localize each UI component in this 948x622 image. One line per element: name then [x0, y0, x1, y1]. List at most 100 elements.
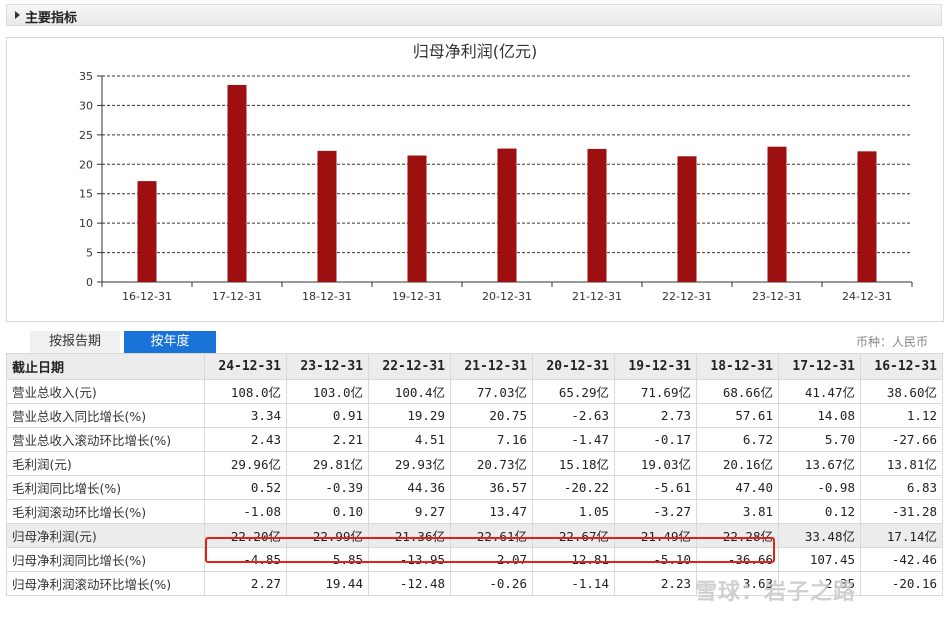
table-cell: 107.45 [778, 547, 861, 572]
bar[interactable] [587, 148, 607, 282]
table-cell: 19.44 [286, 571, 369, 596]
table-cell: 29.93亿 [368, 451, 451, 476]
table-cell: 44.36 [368, 475, 451, 500]
table-cell: 5.70 [778, 427, 861, 452]
table-cell: -5.61 [614, 475, 697, 500]
column-header: 17-12-31 [778, 353, 861, 380]
section-header[interactable]: 主要指标 [6, 4, 942, 26]
table-cell: 6.83 [860, 475, 943, 500]
table-cell: 57.61 [696, 403, 779, 428]
table-cell: -20.16 [860, 571, 943, 596]
table-cell: 2.23 [614, 571, 697, 596]
row-label: 归母净利润(元) [6, 523, 205, 548]
financial-indicators-table: 截止日期 24-12-31 23-12-31 22-12-31 21-12-31 20-… [6, 353, 943, 596]
table-cell: -0.26 [450, 571, 533, 596]
column-header: 21-12-31 [450, 353, 533, 380]
column-header: 16-12-31 [860, 353, 943, 380]
table-cell: 2.07 [450, 547, 533, 572]
table-cell: 22.28亿 [696, 523, 779, 548]
currency-label: 币种：人民币 [855, 335, 928, 349]
y-tick-label: 10 [79, 217, 93, 230]
row-label: 营业总收入滚动环比增长(%) [6, 427, 205, 452]
table-cell: 20.16亿 [696, 451, 779, 476]
table-cell: -12.48 [368, 571, 451, 596]
table-cell: 77.03亿 [450, 379, 533, 404]
row-label: 营业总收入(元) [6, 379, 205, 404]
table-cell: 47.40 [696, 475, 779, 500]
x-tick-label: 21-12-31 [572, 290, 622, 303]
table-cell: 20.75 [450, 403, 533, 428]
column-header: 20-12-31 [532, 353, 615, 380]
table-cell: 15.18亿 [532, 451, 615, 476]
table-cell: 22.61亿 [450, 523, 533, 548]
tab-by-year[interactable]: 按年度 [124, 331, 216, 353]
table-cell: -13.95 [368, 547, 451, 572]
y-tick-label: 20 [79, 158, 93, 171]
table-cell: -3.27 [614, 499, 697, 524]
tab-by-report-period[interactable]: 按报告期 [30, 331, 120, 353]
table-cell: 2.21 [286, 427, 369, 452]
table-cell: 100.4亿 [368, 379, 451, 404]
table-cell: 3.34 [204, 403, 287, 428]
bar[interactable] [767, 146, 787, 282]
row-label: 毛利润滚动环比增长(%) [6, 499, 205, 524]
bar[interactable] [137, 181, 157, 282]
column-header: 18-12-31 [696, 353, 779, 380]
table-cell: -0.98 [778, 475, 861, 500]
table-cell: 33.48亿 [778, 523, 861, 548]
x-tick-label: 22-12-31 [662, 290, 712, 303]
y-tick-label: 5 [86, 247, 93, 260]
x-tick-label: 20-12-31 [482, 290, 532, 303]
table-cell: 1.05 [532, 499, 615, 524]
y-tick-label: 35 [79, 70, 93, 83]
table-cell: 12.81 [532, 547, 615, 572]
chart-panel: 归母净利润(亿元) 0 5 10 15 20 25 30 35 16-12-31 17-12-31 1… [6, 37, 944, 322]
table-cell: 71.69亿 [614, 379, 697, 404]
table-cell: 22.20亿 [204, 523, 287, 548]
table-cell: -4.85 [204, 547, 287, 572]
table-cell: 9.27 [368, 499, 451, 524]
table-cell: -5.10 [614, 547, 697, 572]
expand-triangle-icon[interactable] [15, 11, 20, 19]
table-cell: 0.52 [204, 475, 287, 500]
table-cell: 29.96亿 [204, 451, 287, 476]
table-cell: -31.28 [860, 499, 943, 524]
chart-title: 归母净利润(亿元) [413, 42, 538, 61]
bar[interactable] [317, 150, 337, 282]
table-cell: 2.43 [204, 427, 287, 452]
table-cell: 21.49亿 [614, 523, 697, 548]
table-cell: 41.47亿 [778, 379, 861, 404]
table-cell: 2.73 [614, 403, 697, 428]
table-cell: 103.0亿 [286, 379, 369, 404]
y-tick-label: 0 [86, 276, 93, 289]
table-cell: -2.63 [532, 403, 615, 428]
bar[interactable] [857, 151, 877, 282]
bar[interactable] [227, 84, 247, 282]
table-cell: 68.66亿 [696, 379, 779, 404]
row-label: 毛利润(元) [6, 451, 205, 476]
table-cell: -1.14 [532, 571, 615, 596]
table-cell: 4.51 [368, 427, 451, 452]
watermark: 雪球：岩子之路 [695, 580, 857, 605]
bar[interactable] [497, 148, 517, 282]
table-cell: 38.60亿 [860, 379, 943, 404]
table-row: 营业总收入滚动环比增长(%) 2.43 2.21 4.51 7.16 -1.47 -0.17… [6, 427, 943, 452]
table-cell: 0.10 [286, 499, 369, 524]
table-cell: -36.66 [696, 547, 779, 572]
table-cell: 36.57 [450, 475, 533, 500]
table-cell: 0.12 [778, 499, 861, 524]
row-label: 毛利润同比增长(%) [6, 475, 205, 500]
table-row: 归母净利润同比增长(%) -4.85 5.85 -13.95 2.07 12.81 -5.1… [6, 547, 943, 572]
table-cell: 13.81亿 [860, 451, 943, 476]
table-cell: -1.47 [532, 427, 615, 452]
x-tick-label: 24-12-31 [842, 290, 892, 303]
table-row: 毛利润同比增长(%) 0.52 -0.39 44.36 36.57 -20.22 -5.61… [6, 475, 943, 500]
table-header-row: 截止日期 24-12-31 23-12-31 22-12-31 21-12-31 20-… [6, 353, 943, 380]
table-cell: -0.17 [614, 427, 697, 452]
table-cell: 29.81亿 [286, 451, 369, 476]
bar[interactable] [677, 156, 697, 282]
table-cell: 1.12 [860, 403, 943, 428]
table-row: 归母净利润(元) 22.20亿 22.99亿 21.36亿 22.61亿 22.67亿 21… [6, 523, 943, 548]
table-cell: 2.27 [204, 571, 287, 596]
bar[interactable] [407, 155, 427, 282]
